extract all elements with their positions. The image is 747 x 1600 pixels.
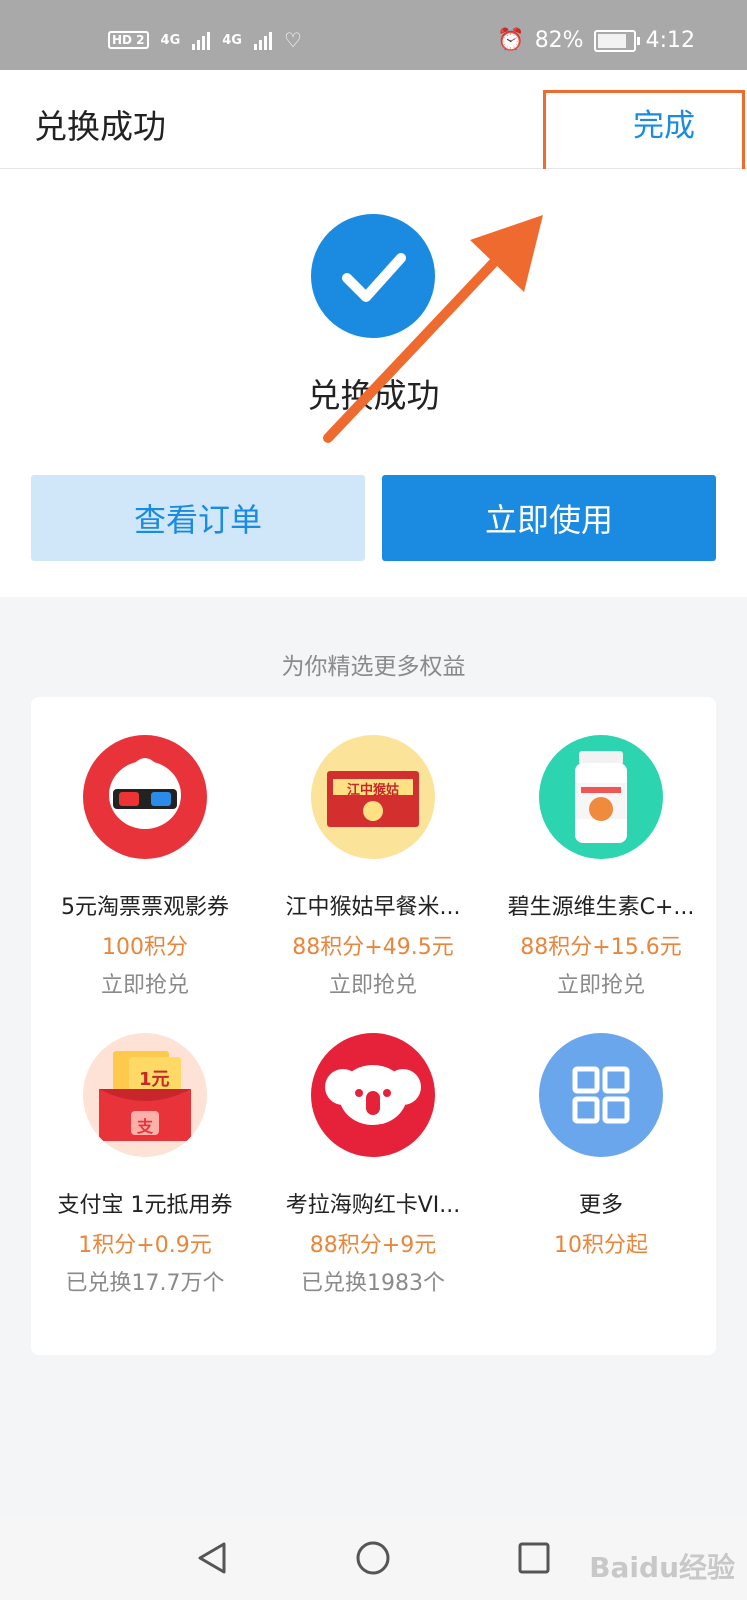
recommend-item-more[interactable]: 更多 10积分起 (487, 1033, 715, 1259)
success-panel: 兑换成功 查看订单 立即使用 (0, 169, 747, 597)
red-envelope-icon: 1元 支 (83, 1033, 207, 1157)
item-price: 1积分+0.9元 (78, 1233, 212, 1258)
network-label-1: 4G (160, 32, 181, 48)
item-name: 考拉海购红卡VI... (285, 1193, 461, 1218)
battery-icon (593, 29, 640, 52)
coupon-text: 1元 (139, 1069, 170, 1090)
watermark-logo: Baidu经验 (589, 1551, 735, 1584)
koala-icon (311, 1033, 435, 1157)
success-check-icon (311, 214, 435, 338)
battery-percent: 82% (534, 28, 584, 53)
envelope-text: 支 (137, 1117, 154, 1136)
rice-box-icon: 江中猴姑 (311, 735, 435, 859)
item-name: 5元淘票票观影券 (61, 895, 229, 920)
item-subtext: 已兑换17.7万个 (65, 1271, 225, 1296)
home-icon[interactable] (355, 1540, 391, 1576)
item-name: 支付宝 1元抵用券 (57, 1193, 233, 1218)
recommend-card: 5元淘票票观影券 100积分 立即抢兑 江中猴姑 江中猴姑早餐米... 88积分… (31, 697, 716, 1355)
heart-icon: ♡ (283, 28, 302, 52)
recommend-item-rice[interactable]: 江中猴姑 江中猴姑早餐米... 88积分+49.5元 立即抢兑 (259, 735, 487, 999)
use-now-button[interactable]: 立即使用 (382, 475, 716, 561)
item-subtext: 立即抢兑 (100, 973, 189, 998)
recommend-item-alipay-coupon[interactable]: 1元 支 支付宝 1元抵用券 1积分+0.9元 已兑换17.7万个 (31, 1033, 259, 1297)
item-name: 更多 (578, 1193, 623, 1218)
grid-icon (539, 1033, 663, 1157)
page-title: 兑换成功 (34, 107, 166, 146)
vitamin-bottle-icon (539, 735, 663, 859)
recommend-item-kaola[interactable]: 考拉海购红卡VI... 88积分+9元 已兑换1983个 (259, 1033, 487, 1297)
item-price: 88积分+49.5元 (292, 935, 454, 960)
item-price: 10积分起 (554, 1233, 648, 1258)
back-icon[interactable] (194, 1540, 230, 1576)
system-nav-bar: Baidu经验 (0, 1516, 747, 1600)
item-subtext: 立即抢兑 (556, 973, 645, 998)
signal-icon (192, 30, 211, 50)
signal-icon-2 (253, 30, 272, 50)
item-price: 88积分+9元 (309, 1233, 437, 1258)
rice-box-text: 江中猴姑 (346, 783, 399, 798)
recommend-title: 为你精选更多权益 (281, 654, 466, 680)
item-subtext: 立即抢兑 (328, 973, 417, 998)
recents-icon[interactable] (516, 1540, 552, 1576)
3d-glasses-mascot-icon (83, 735, 207, 859)
status-bar: HD 2 4G 4G ♡ ⏰ 82% 4:12 (0, 0, 747, 70)
item-name: 江中猴姑早餐米... (285, 895, 461, 920)
alarm-icon: ⏰ (497, 28, 525, 53)
item-price: 100积分 (102, 935, 188, 960)
recommend-item-movie-ticket[interactable]: 5元淘票票观影券 100积分 立即抢兑 (31, 735, 259, 999)
item-subtext: 已兑换1983个 (301, 1271, 445, 1296)
recommend-item-vitamin[interactable]: 碧生源维生素C+... 88积分+15.6元 立即抢兑 (487, 735, 715, 999)
clock: 4:12 (645, 28, 695, 53)
item-name: 碧生源维生素C+... (507, 895, 695, 920)
success-message: 兑换成功 (307, 376, 440, 415)
view-order-button[interactable]: 查看订单 (31, 475, 365, 561)
item-price: 88积分+15.6元 (520, 935, 682, 960)
network-label-2: 4G (222, 32, 242, 48)
hd-badge: HD 2 (108, 31, 149, 49)
